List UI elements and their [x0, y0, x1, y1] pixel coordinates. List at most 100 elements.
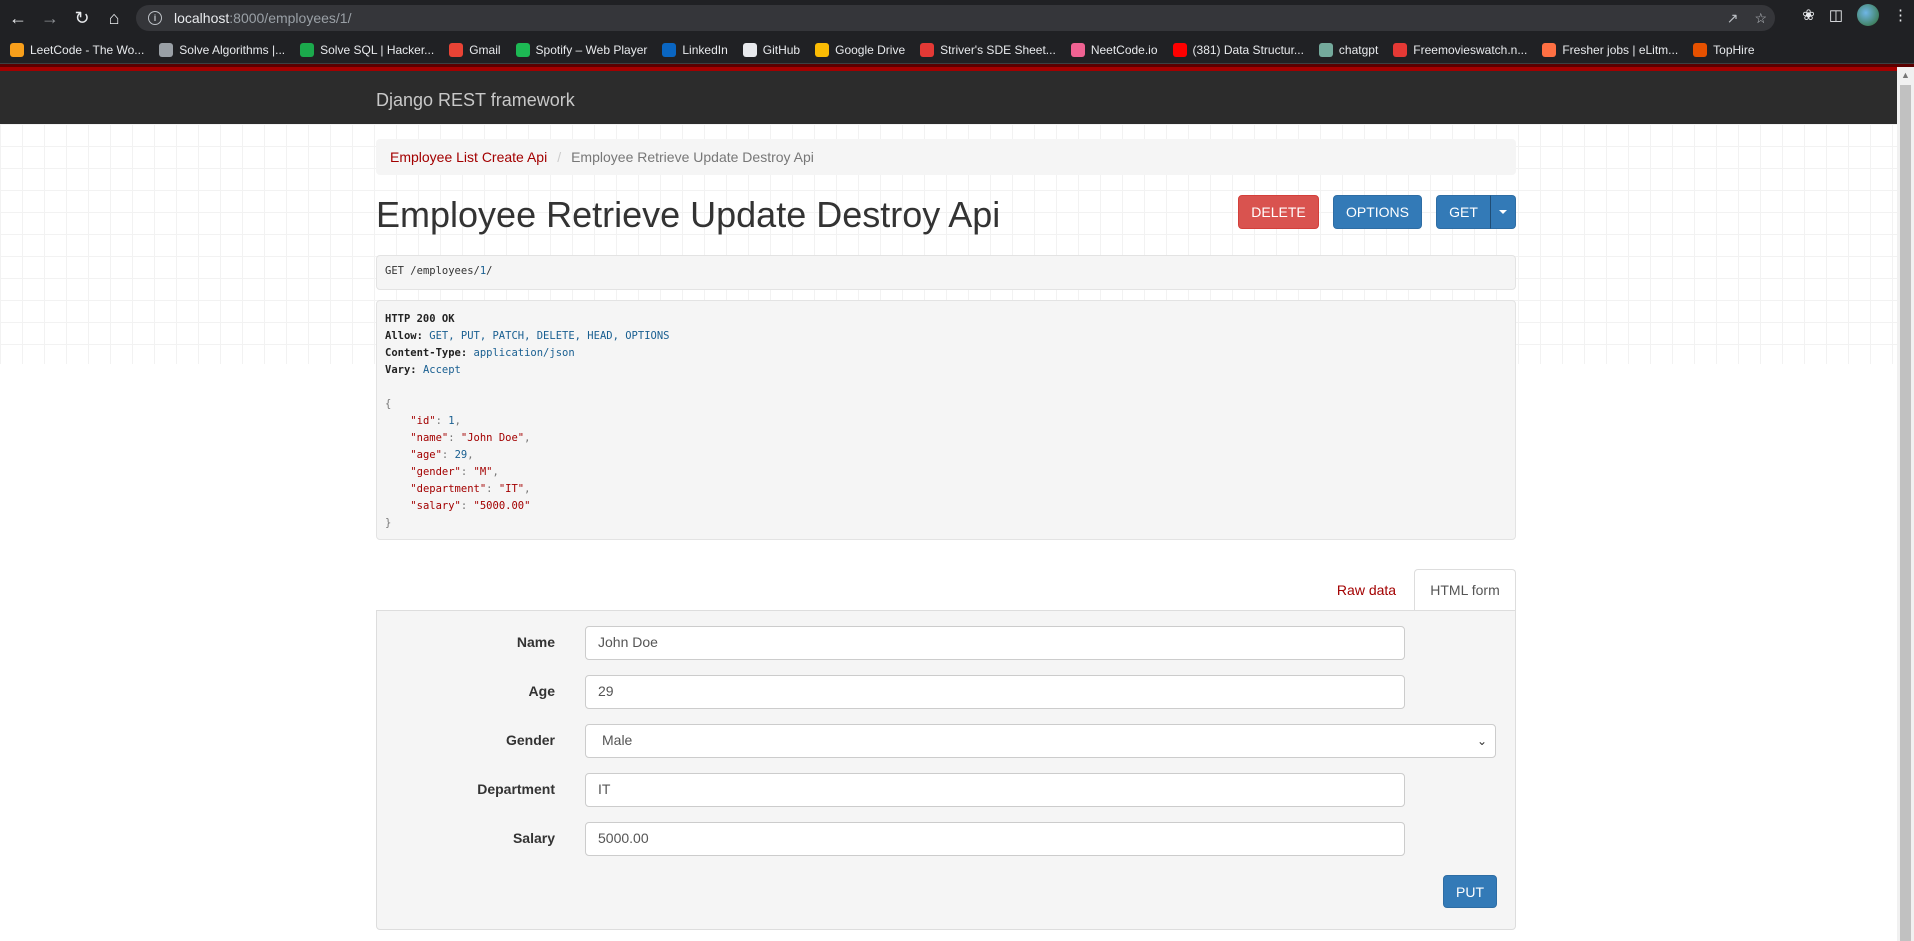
bookmark-item[interactable]: Google Drive	[815, 42, 906, 57]
bookmark-favicon-icon	[920, 42, 935, 57]
request-path: /employees/1/	[410, 265, 493, 277]
scrollbar-thumb[interactable]	[1900, 85, 1911, 941]
address-bar[interactable]: i localhost:8000/employees/1/ ↗ ☆	[136, 5, 1775, 31]
delete-button[interactable]: DELETE	[1238, 195, 1319, 229]
bookmark-favicon-icon	[449, 42, 464, 57]
drf-brand-link[interactable]: Django REST framework	[376, 90, 575, 111]
bookmark-item[interactable]: chatgpt	[1318, 42, 1378, 57]
bookmark-item[interactable]: NeetCode.io	[1070, 42, 1158, 57]
bookmark-item[interactable]: Spotify – Web Player	[515, 42, 648, 57]
bookmark-item[interactable]: LinkedIn	[662, 42, 728, 57]
extensions-icon[interactable]: ❀	[1802, 6, 1815, 24]
response-status: HTTP 200 OK	[385, 313, 455, 325]
page-scrollbar[interactable]: ▲	[1897, 67, 1914, 941]
response-header-allow: Allow: GET, PUT, PATCH, DELETE, HEAD, OP…	[385, 330, 670, 342]
response-header-vary: Vary: Accept	[385, 364, 461, 376]
content-tabs: Raw data HTML form	[376, 569, 1516, 611]
bookmark-label: Spotify – Web Player	[535, 42, 648, 57]
name-label: Name	[516, 634, 555, 650]
get-format-dropdown-button[interactable]	[1490, 195, 1516, 229]
bookmark-item[interactable]: Solve Algorithms |...	[159, 42, 286, 57]
bookmark-label: Freemovieswatch.n...	[1413, 42, 1528, 57]
json-field: "department": "IT",	[410, 483, 531, 495]
page-header: Employee Retrieve Update Destroy Api DEL…	[376, 190, 1516, 240]
url-host: localhost	[174, 10, 230, 26]
salary-input[interactable]: 5000.00	[585, 822, 1405, 856]
share-icon[interactable]: ↗	[1727, 10, 1739, 27]
bookmark-item[interactable]: Fresher jobs | eLitm...	[1542, 42, 1679, 57]
request-method: GET	[385, 265, 404, 277]
json-field: "name": "John Doe",	[410, 432, 531, 444]
bookmark-label: Gmail	[469, 42, 501, 57]
json-field: "age": 29,	[410, 449, 474, 461]
bookmark-label: NeetCode.io	[1090, 42, 1158, 57]
form-row-department: Department IT	[377, 773, 1517, 807]
bookmark-favicon-icon	[1542, 42, 1557, 57]
json-close-brace: }	[385, 517, 392, 529]
get-button[interactable]: GET	[1436, 195, 1491, 229]
bookmark-label: Solve SQL | Hacker...	[320, 42, 435, 57]
bookmark-favicon-icon	[1070, 42, 1085, 57]
put-button[interactable]: PUT	[1443, 875, 1497, 908]
bookmark-favicon-icon	[815, 42, 830, 57]
bookmark-label: GitHub	[762, 42, 801, 57]
form-row-salary: Salary 5000.00	[377, 822, 1517, 856]
gender-select[interactable]: Male ⌄	[585, 724, 1496, 758]
side-panel-icon[interactable]: ◫	[1829, 6, 1843, 24]
department-label: Department	[477, 781, 555, 797]
bookmark-item[interactable]: Freemovieswatch.n...	[1393, 42, 1528, 57]
page-title: Employee Retrieve Update Destroy Api	[376, 194, 1001, 235]
bookmark-item[interactable]: Gmail	[449, 42, 501, 57]
bookmark-item[interactable]: Striver's SDE Sheet...	[920, 42, 1056, 57]
bookmark-item[interactable]: (381) Data Structur...	[1172, 42, 1304, 57]
bookmark-label: (381) Data Structur...	[1192, 42, 1304, 57]
site-info-icon[interactable]: i	[148, 11, 162, 25]
request-info: GET /employees/1/	[376, 255, 1516, 290]
response-header-content-type: Content-Type: application/json	[385, 347, 575, 359]
bookmark-favicon-icon	[662, 42, 677, 57]
bookmark-favicon-icon	[1318, 42, 1333, 57]
json-field: "salary": "5000.00"	[410, 500, 531, 512]
bookmark-favicon-icon	[1172, 42, 1187, 57]
browser-menu-icon[interactable]: ⋮	[1893, 6, 1908, 24]
breadcrumb-link-list[interactable]: Employee List Create Api	[390, 149, 547, 165]
bookmark-label: Google Drive	[835, 42, 906, 57]
bookmark-star-icon[interactable]: ☆	[1754, 10, 1767, 27]
json-field: "gender": "M",	[410, 466, 499, 478]
profile-avatar[interactable]	[1857, 4, 1879, 26]
chevron-down-icon: ⌄	[1476, 734, 1487, 748]
scroll-up-icon[interactable]: ▲	[1901, 70, 1910, 80]
form-row-gender: Gender Male ⌄	[377, 724, 1517, 758]
name-input[interactable]: John Doe	[585, 626, 1405, 660]
bookmark-label: TopHire	[1713, 42, 1755, 57]
drf-navbar: Django REST framework	[0, 67, 1897, 124]
age-label: Age	[528, 683, 555, 699]
bookmark-item[interactable]: TopHire	[1693, 42, 1755, 57]
bookmark-item[interactable]: LeetCode - The Wo...	[10, 42, 144, 57]
bookmark-favicon-icon	[159, 42, 174, 57]
bookmark-item[interactable]: GitHub	[742, 42, 801, 57]
tab-html-form[interactable]: HTML form	[1414, 569, 1516, 611]
bookmark-label: LinkedIn	[682, 42, 728, 57]
gender-selected-value: Male	[602, 732, 633, 748]
bookmark-favicon-icon	[300, 42, 315, 57]
options-button[interactable]: OPTIONS	[1333, 195, 1422, 229]
browser-toolbar: ← → ↻ ⌂ i localhost:8000/employees/1/ ↗ …	[0, 0, 1914, 36]
url-path: :8000/employees/1/	[229, 10, 352, 26]
response-info: HTTP 200 OK Allow: GET, PUT, PATCH, DELE…	[376, 300, 1516, 540]
age-input[interactable]: 29	[585, 675, 1405, 709]
bookmark-item[interactable]: Solve SQL | Hacker...	[300, 42, 435, 57]
bookmark-label: Fresher jobs | eLitm...	[1562, 42, 1679, 57]
home-icon[interactable]: ⌂	[98, 2, 130, 34]
breadcrumb: Employee List Create Api / Employee Retr…	[376, 139, 1516, 175]
forward-arrow-icon[interactable]: →	[34, 2, 66, 34]
reload-icon[interactable]: ↻	[66, 2, 98, 34]
breadcrumb-active: Employee Retrieve Update Destroy Api	[571, 149, 814, 165]
bookmark-label: Solve Algorithms |...	[179, 42, 286, 57]
form-row-age: Age 29	[377, 675, 1517, 709]
caret-down-icon	[1499, 210, 1507, 214]
bookmarks-bar: LeetCode - The Wo... Solve Algorithms |..…	[0, 36, 1914, 64]
tab-raw-data[interactable]: Raw data	[1327, 569, 1406, 611]
back-arrow-icon[interactable]: ←	[2, 2, 34, 34]
department-input[interactable]: IT	[585, 773, 1405, 807]
